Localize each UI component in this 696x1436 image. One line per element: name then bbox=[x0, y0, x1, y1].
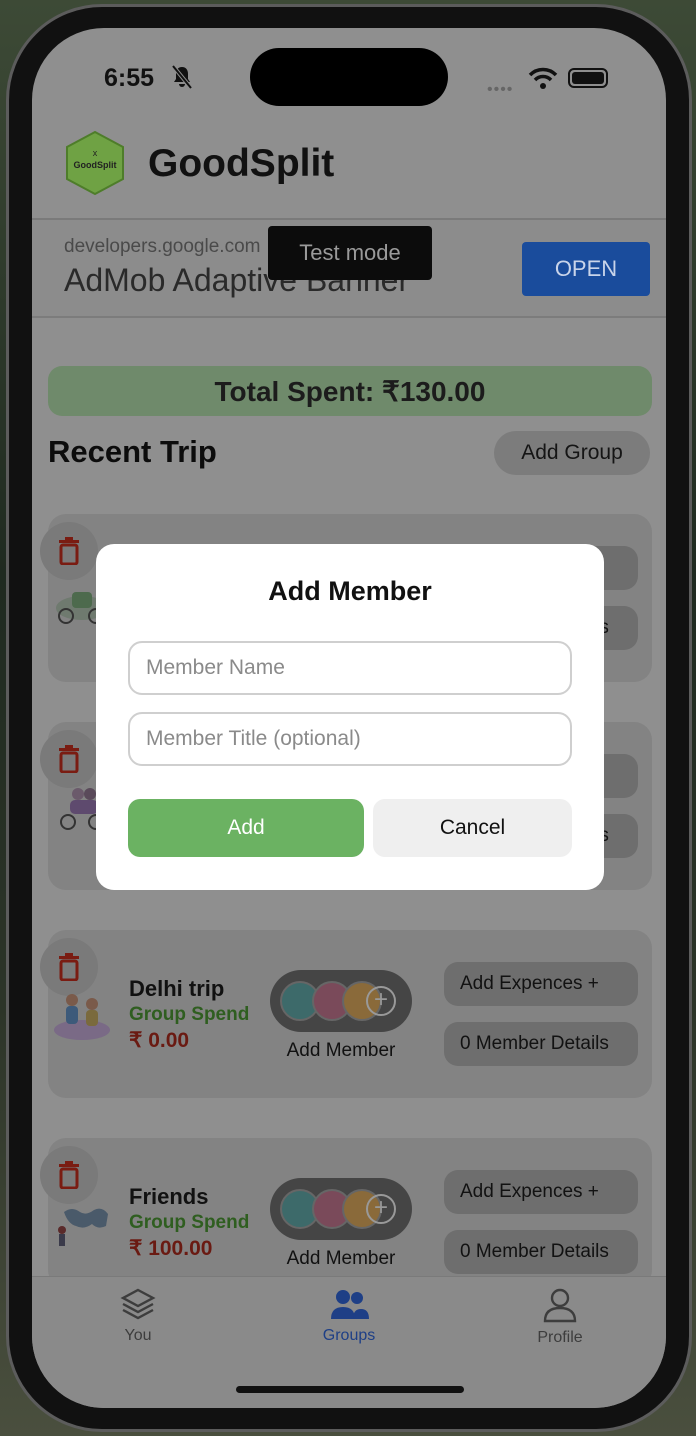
app-title: GoodSplit bbox=[148, 142, 335, 185]
person-icon bbox=[543, 1288, 577, 1323]
total-spent-banner: Total Spent: ₹130.00 bbox=[48, 366, 652, 416]
bell-muted-icon bbox=[171, 64, 193, 90]
add-member-label[interactable]: Add Member bbox=[270, 1248, 412, 1270]
test-mode-label: Test mode bbox=[268, 226, 432, 280]
wifi-icon bbox=[528, 67, 558, 89]
trip-name: Friends bbox=[129, 1184, 209, 1209]
member-avatars[interactable]: + bbox=[270, 1178, 412, 1240]
cancel-button[interactable]: Cancel bbox=[373, 799, 572, 857]
nav-label: You bbox=[124, 1327, 152, 1344]
trip-name: Delhi trip bbox=[129, 976, 225, 1001]
users-icon bbox=[331, 1290, 369, 1319]
nav-item-profile[interactable]: Profile bbox=[500, 1287, 620, 1347]
add-expenses-button[interactable]: Add Expences + bbox=[444, 962, 638, 1006]
trash-icon bbox=[59, 745, 79, 773]
dynamic-island bbox=[250, 48, 448, 106]
add-member-modal: Add Member Add Cancel bbox=[96, 544, 604, 890]
trip-card: Delhi trip Group Spend ₹ 0.00 + Add Memb… bbox=[40, 930, 652, 1098]
add-member-label[interactable]: Add Member bbox=[270, 1040, 412, 1062]
member-name-input[interactable] bbox=[128, 641, 572, 695]
app-logo: x GoodSplit bbox=[66, 130, 124, 196]
battery-icon bbox=[568, 68, 608, 88]
add-group-button[interactable]: Add Group bbox=[494, 431, 650, 475]
people-illustration bbox=[54, 994, 110, 1040]
plus-circle-icon: + bbox=[366, 986, 396, 1016]
member-title-input[interactable] bbox=[128, 712, 572, 766]
trip-amount: ₹ 0.00 bbox=[129, 1029, 190, 1052]
section-title: Recent Trip bbox=[48, 434, 217, 469]
trash-icon bbox=[59, 1161, 79, 1189]
ad-domain: developers.google.com bbox=[64, 236, 261, 257]
trip-amount: ₹ 100.00 bbox=[129, 1237, 213, 1260]
member-avatars[interactable]: + bbox=[270, 970, 412, 1032]
trash-icon bbox=[59, 537, 79, 565]
nav-label: Profile bbox=[537, 1329, 583, 1346]
modal-title: Add Member bbox=[268, 576, 432, 606]
home-indicator bbox=[236, 1386, 464, 1393]
plus-circle-icon: + bbox=[366, 1194, 396, 1224]
world-map-illustration bbox=[58, 1208, 108, 1246]
nav-label: Groups bbox=[322, 1327, 376, 1344]
layers-icon bbox=[120, 1288, 156, 1320]
signal-dots: •••• bbox=[487, 81, 514, 98]
trip-card: Friends Group Spend ₹ 100.00 + Add Membe… bbox=[40, 1138, 652, 1288]
logo-text: GoodSplit bbox=[74, 160, 117, 170]
group-spend-label: Group Spend bbox=[129, 1004, 250, 1025]
nav-item-you[interactable]: You bbox=[78, 1287, 198, 1345]
app-screen: 6:55 •••• x GoodSplit GoodSplit develope… bbox=[32, 28, 666, 1408]
nav-item-groups[interactable]: Groups bbox=[289, 1287, 409, 1345]
ad-open-button[interactable]: OPEN bbox=[522, 242, 650, 296]
status-time: 6:55 bbox=[104, 64, 155, 92]
add-expenses-button[interactable]: Add Expences + bbox=[444, 1170, 638, 1214]
svg-text:x: x bbox=[93, 148, 98, 158]
trash-icon bbox=[59, 953, 79, 981]
member-details-button[interactable]: 0 Member Details bbox=[444, 1022, 638, 1066]
add-button[interactable]: Add bbox=[128, 799, 364, 857]
member-details-button[interactable]: 0 Member Details bbox=[444, 1230, 638, 1274]
group-spend-label: Group Spend bbox=[129, 1212, 250, 1233]
